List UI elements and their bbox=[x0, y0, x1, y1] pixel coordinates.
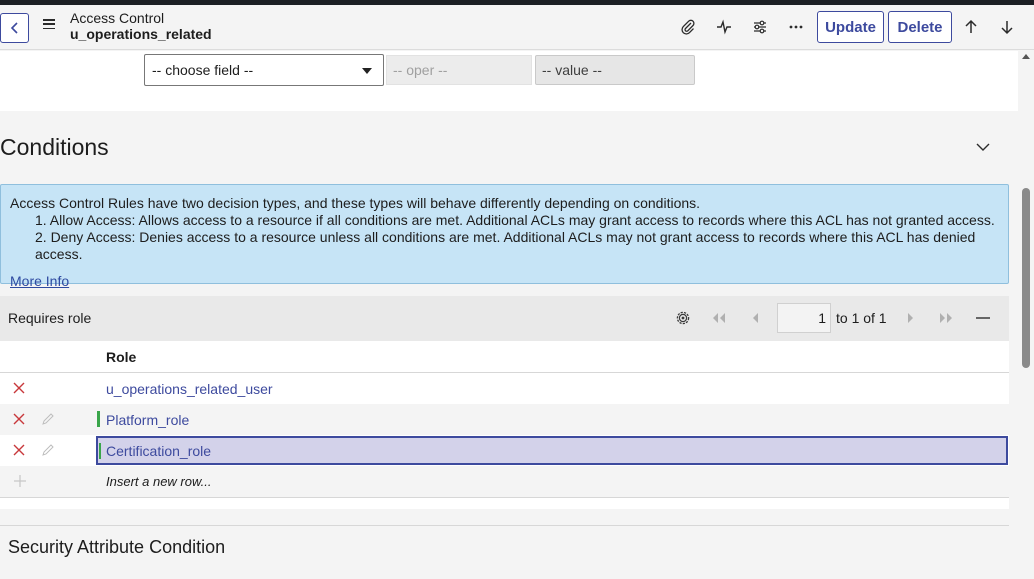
remove-icon[interactable] bbox=[13, 444, 25, 456]
page-number-input[interactable]: 1 bbox=[777, 303, 831, 333]
scroll-up-icon[interactable] bbox=[1022, 54, 1030, 59]
changed-indicator bbox=[97, 411, 100, 427]
delete-button[interactable]: Delete bbox=[888, 11, 952, 43]
settings-sliders-icon[interactable] bbox=[750, 17, 770, 37]
security-attribute-section: Security Attribute Condition bbox=[0, 525, 1009, 579]
form-title-table: Access Control bbox=[70, 10, 165, 26]
first-page-icon[interactable] bbox=[711, 310, 727, 326]
related-list-title: Requires role bbox=[8, 310, 92, 326]
gear-icon[interactable] bbox=[675, 310, 691, 326]
plus-icon[interactable] bbox=[14, 475, 26, 487]
more-options-icon[interactable] bbox=[786, 17, 806, 37]
pencil-icon[interactable] bbox=[41, 413, 54, 426]
form-title-record: u_operations_related bbox=[70, 26, 212, 42]
attachment-icon[interactable] bbox=[678, 17, 698, 37]
scrollbar-thumb[interactable] bbox=[1022, 188, 1030, 368]
collapse-icon[interactable] bbox=[975, 310, 991, 326]
menu-icon[interactable] bbox=[43, 19, 55, 29]
table-row: u_operations_related_user bbox=[0, 373, 1009, 404]
form-header: Access Control u_operations_related Upda… bbox=[0, 5, 1034, 50]
role-cell-link[interactable]: u_operations_related_user bbox=[106, 381, 273, 397]
changed-indicator bbox=[99, 443, 101, 459]
previous-page-icon[interactable] bbox=[747, 310, 763, 326]
role-cell-link[interactable]: Platform_role bbox=[106, 412, 189, 428]
table-row: Platform_role bbox=[0, 404, 1009, 435]
remove-icon[interactable] bbox=[13, 382, 25, 394]
conditions-section-title: Conditions bbox=[0, 134, 109, 160]
info-message: Access Control Rules have two decision t… bbox=[0, 184, 1009, 289]
choose-field-select[interactable]: -- choose field -- bbox=[144, 54, 384, 86]
info-line-1: Access Control Rules have two decision t… bbox=[10, 195, 701, 211]
insert-row[interactable]: Insert a new row... bbox=[0, 466, 1009, 497]
chevron-left-icon bbox=[10, 22, 18, 34]
table-row: Certification_role bbox=[0, 435, 1009, 466]
insert-new-row-text[interactable]: Insert a new row... bbox=[106, 474, 212, 489]
last-page-icon[interactable] bbox=[938, 310, 954, 326]
info-line-2: 1. Allow Access: Allows access to a reso… bbox=[35, 212, 995, 228]
value-input[interactable]: -- value -- bbox=[535, 55, 695, 85]
column-header-role[interactable]: Role bbox=[106, 349, 136, 365]
more-info-link[interactable]: More Info bbox=[10, 273, 69, 290]
chevron-down-icon[interactable] bbox=[974, 138, 992, 156]
info-line-3: 2. Deny Access: Denies access to a resou… bbox=[35, 229, 976, 262]
pencil-icon[interactable] bbox=[41, 444, 54, 457]
operator-select[interactable]: -- oper -- bbox=[386, 55, 532, 85]
update-button[interactable]: Update bbox=[817, 11, 884, 43]
page-count: to 1 of 1 bbox=[836, 310, 887, 326]
caret-down-icon bbox=[362, 68, 372, 74]
next-record-icon[interactable] bbox=[997, 17, 1017, 37]
roles-table: Role u_operations_related_user Platform_… bbox=[0, 341, 1009, 509]
activity-icon[interactable] bbox=[714, 17, 734, 37]
role-cell-text[interactable]: Certification_role bbox=[106, 443, 211, 459]
table-footer bbox=[0, 497, 1009, 509]
related-list-header: Requires role 1 to 1 of 1 bbox=[0, 296, 1009, 341]
security-attribute-title: Security Attribute Condition bbox=[8, 537, 226, 557]
next-page-icon[interactable] bbox=[903, 310, 919, 326]
previous-record-icon[interactable] bbox=[961, 17, 981, 37]
back-button[interactable] bbox=[0, 13, 29, 43]
form-title: Access Control u_operations_related bbox=[70, 10, 212, 42]
remove-icon[interactable] bbox=[13, 413, 25, 425]
selected-role-cell[interactable]: Certification_role bbox=[96, 436, 1008, 465]
table-header: Role bbox=[0, 341, 1009, 373]
choose-field-text: -- choose field -- bbox=[152, 62, 254, 78]
